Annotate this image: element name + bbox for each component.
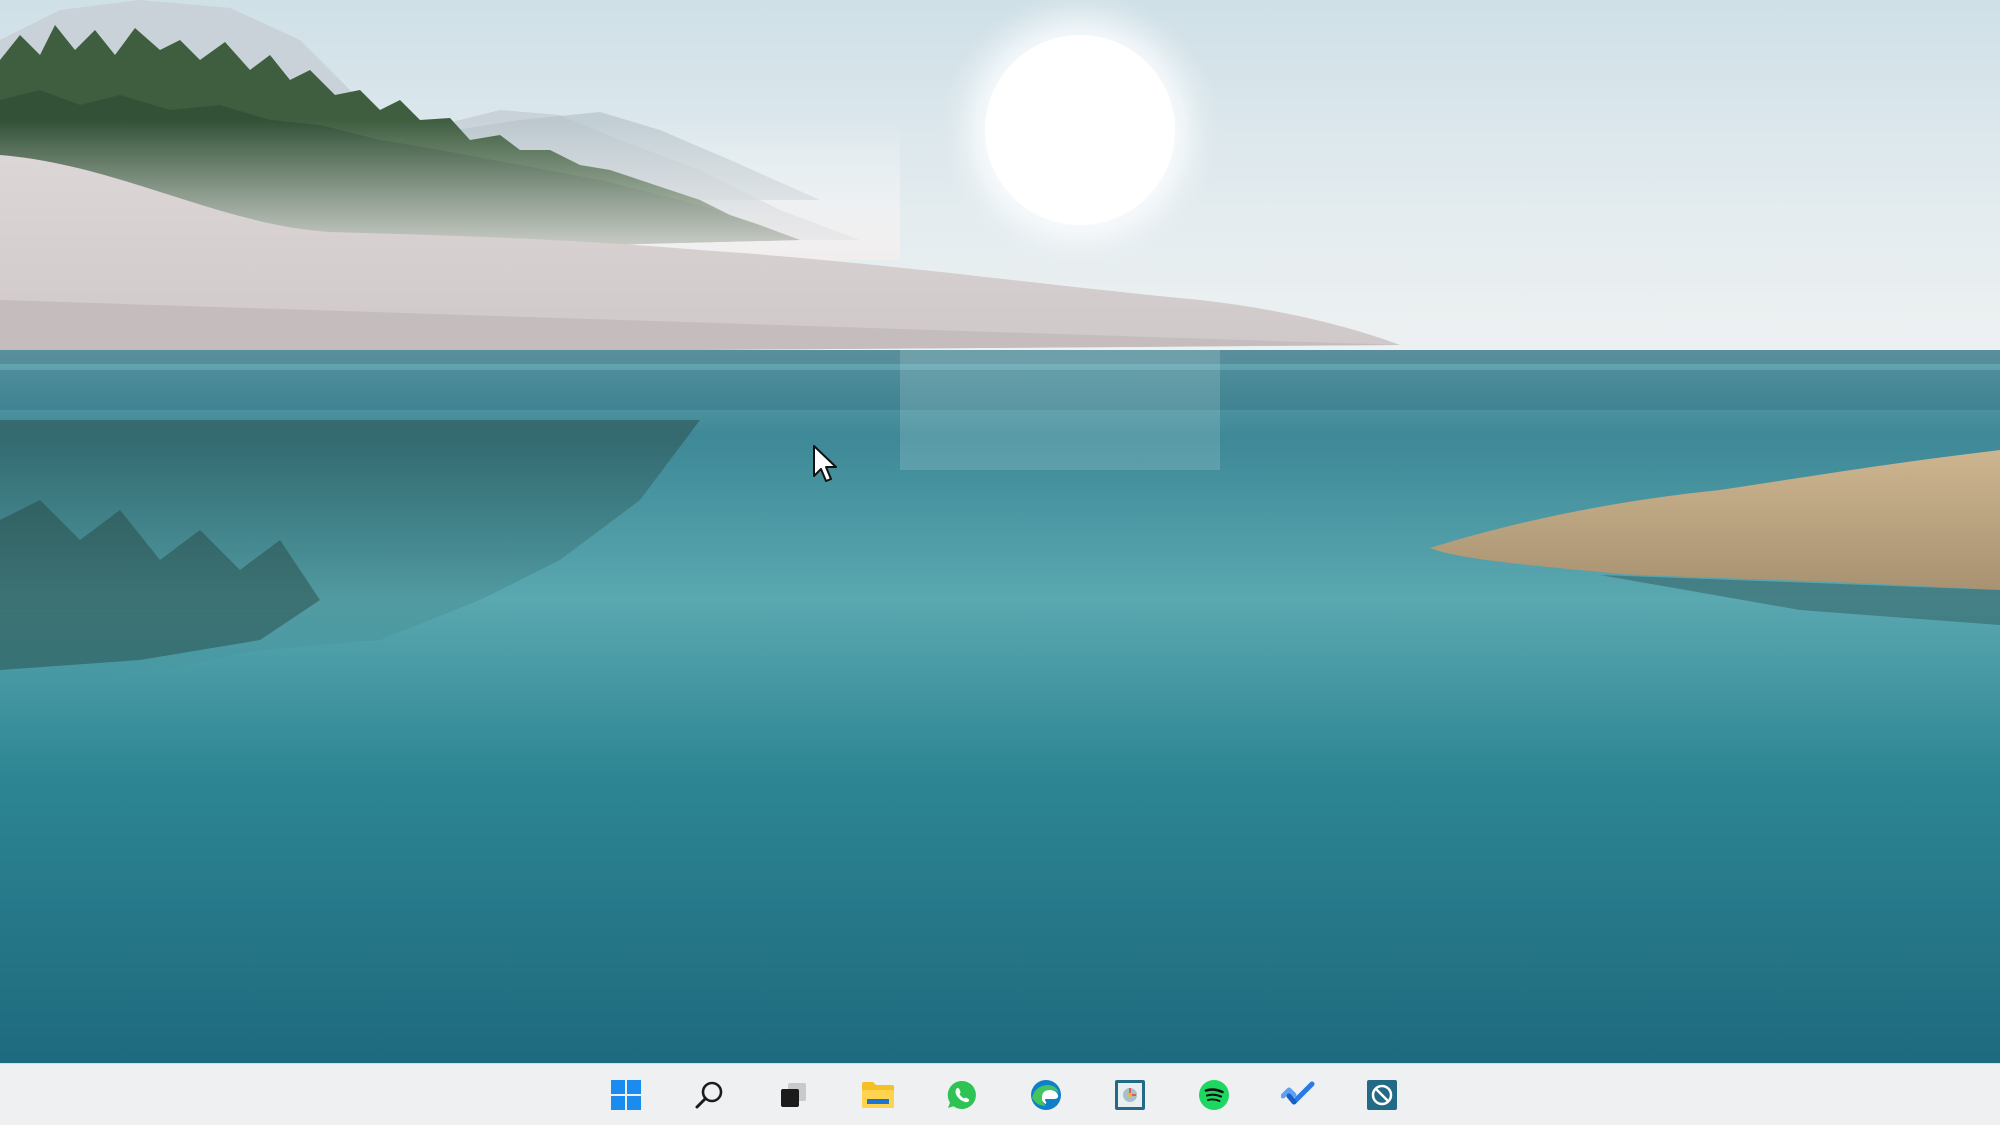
mouse-cursor-icon	[813, 445, 837, 482]
search-button[interactable]	[686, 1071, 734, 1119]
windows-logo-icon	[611, 1079, 641, 1110]
edge-button[interactable]	[1022, 1071, 1070, 1119]
desktop-wallpaper	[0, 0, 2000, 1063]
file-explorer-button[interactable]	[854, 1071, 902, 1119]
spotify-button[interactable]	[1190, 1071, 1238, 1119]
search-icon	[695, 1081, 723, 1108]
desktop[interactable]	[0, 0, 2000, 1063]
taskbar-apps	[602, 1071, 1406, 1119]
whatsapp-icon	[947, 1080, 976, 1109]
control-panel-icon	[1115, 1079, 1145, 1110]
spotify-icon	[1199, 1079, 1229, 1110]
app-blocker-button[interactable]	[1358, 1071, 1406, 1119]
taskbar	[0, 1063, 2000, 1125]
task-view-icon	[781, 1082, 806, 1107]
folder-icon	[862, 1081, 894, 1108]
whatsapp-button[interactable]	[938, 1071, 986, 1119]
control-panel-button[interactable]	[1106, 1071, 1154, 1119]
start-button[interactable]	[602, 1071, 650, 1119]
microsoft-todo-button[interactable]	[1274, 1071, 1322, 1119]
blocked-app-icon	[1367, 1079, 1397, 1110]
task-view-button[interactable]	[770, 1071, 818, 1119]
checkmark-icon	[1281, 1081, 1315, 1104]
edge-icon	[1031, 1079, 1061, 1110]
